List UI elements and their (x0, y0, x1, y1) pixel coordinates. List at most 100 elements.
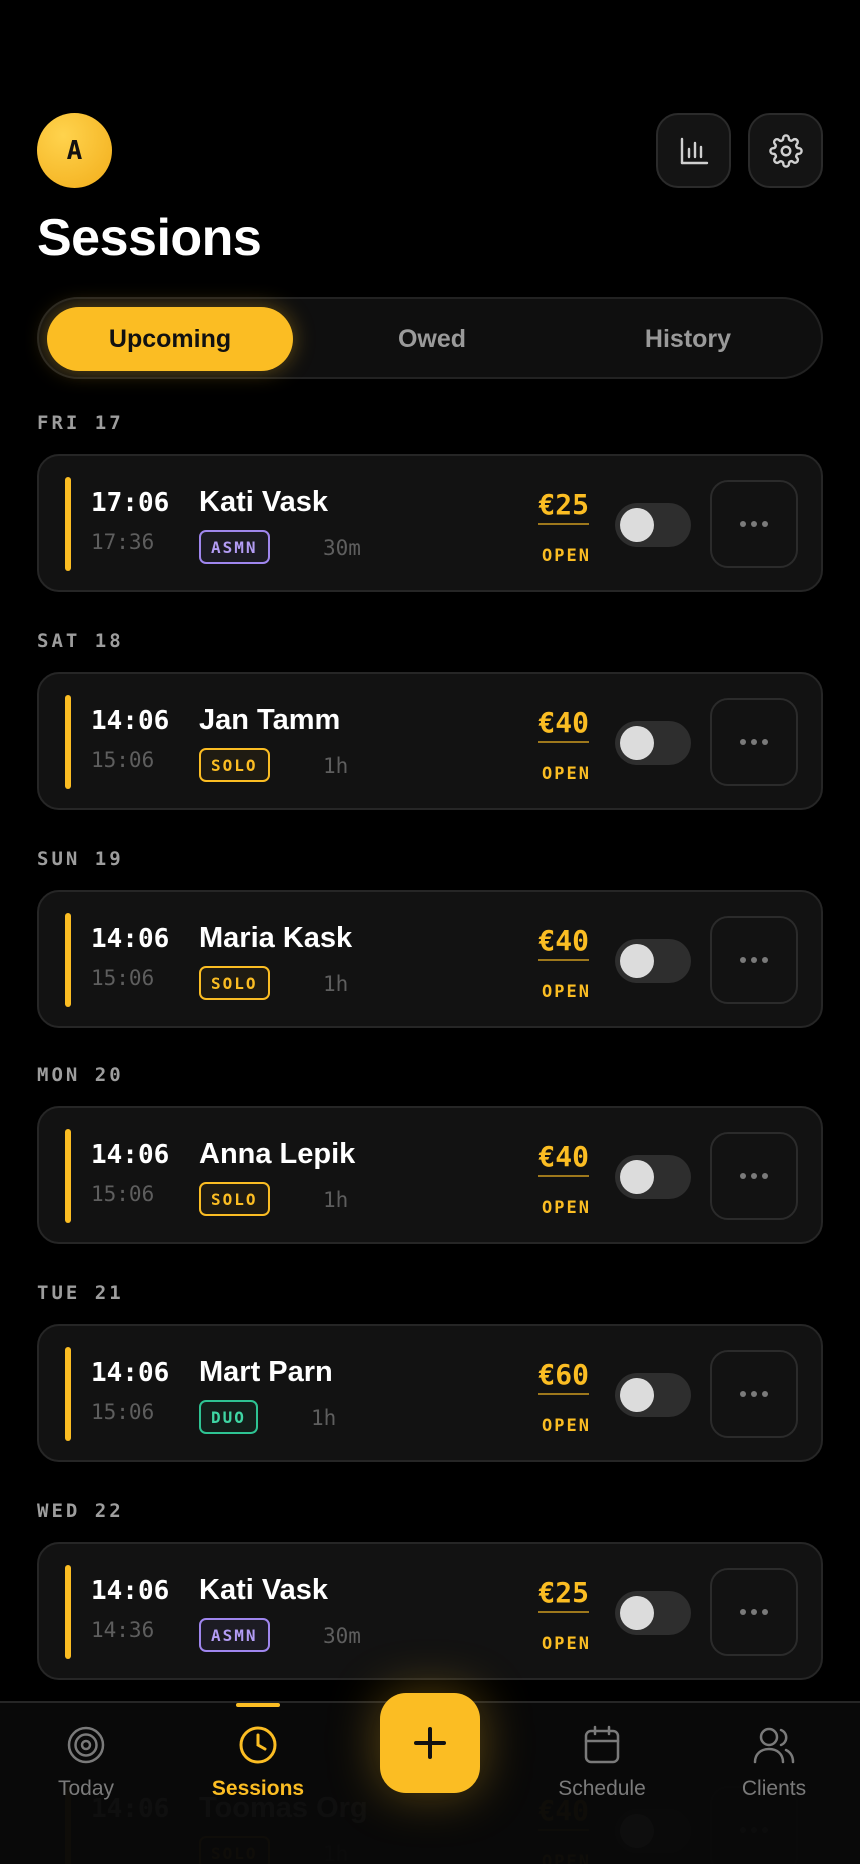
bar-chart-icon (680, 137, 708, 164)
session-accent-bar (65, 1347, 71, 1441)
client-name: Mart Parn (199, 1356, 333, 1388)
more-options-button[interactable] (710, 698, 798, 786)
gear-icon (768, 133, 803, 168)
session-duration: 1h (323, 1188, 349, 1212)
session-price[interactable]: €40 (538, 924, 589, 961)
avatar[interactable]: A (37, 113, 112, 188)
more-horizontal-icon (740, 1391, 768, 1397)
nav-label: Sessions (211, 1777, 305, 1800)
clock-icon (239, 1726, 277, 1764)
tab-owed[interactable]: Owed (309, 307, 555, 371)
more-options-button[interactable] (710, 1132, 798, 1220)
toggle-knob (620, 726, 654, 760)
session-card[interactable]: 14:06 15:06 Maria Kask SOLO 1h €40 OPEN (37, 890, 823, 1028)
session-accent-bar (65, 913, 71, 1007)
day-label: MON 20 (37, 1064, 124, 1086)
day-label: FRI 17 (37, 412, 124, 434)
more-horizontal-icon (740, 521, 768, 527)
toggle-knob (620, 1378, 654, 1412)
nav-schedule[interactable]: Schedule (527, 1725, 677, 1801)
target-icon (67, 1726, 105, 1764)
client-name: Kati Vask (199, 486, 328, 518)
stats-button[interactable] (656, 113, 731, 188)
session-price[interactable]: €60 (538, 1358, 589, 1395)
session-card[interactable]: 14:06 15:06 Anna Lepik SOLO 1h €40 OPEN (37, 1106, 823, 1244)
nav-sessions[interactable]: Sessions (183, 1725, 333, 1801)
session-duration: 1h (311, 1406, 337, 1430)
session-end-time: 15:06 (91, 1182, 155, 1206)
session-type-badge: DUO (199, 1400, 258, 1434)
nav-clients[interactable]: Clients (699, 1725, 849, 1801)
paid-toggle[interactable] (615, 503, 691, 547)
day-label: SAT 18 (37, 630, 124, 652)
paid-toggle[interactable] (615, 1591, 691, 1635)
nav-label: Clients (741, 1777, 807, 1800)
day-label: SUN 19 (37, 848, 124, 870)
paid-toggle[interactable] (615, 721, 691, 765)
session-start-time: 14:06 (91, 1140, 170, 1170)
more-horizontal-icon (740, 739, 768, 745)
more-options-button[interactable] (710, 480, 798, 568)
more-horizontal-icon (740, 1173, 768, 1179)
settings-button[interactable] (748, 113, 823, 188)
client-name: Anna Lepik (199, 1138, 356, 1170)
session-price[interactable]: €25 (538, 488, 589, 525)
toggle-knob (620, 1160, 654, 1194)
session-type-badge: SOLO (199, 966, 270, 1000)
segmented-tabs: Upcoming Owed History (37, 297, 823, 379)
session-accent-bar (65, 695, 71, 789)
day-label: WED 22 (37, 1500, 124, 1522)
session-start-time: 14:06 (91, 924, 170, 954)
calendar-icon (584, 1725, 620, 1764)
session-start-time: 14:06 (91, 706, 170, 736)
session-card[interactable]: 14:06 15:06 Mart Parn DUO 1h €60 OPEN (37, 1324, 823, 1462)
session-duration: 1h (323, 972, 349, 996)
session-price[interactable]: €25 (538, 1576, 589, 1613)
nav-today[interactable]: Today (11, 1725, 161, 1801)
page-title: Sessions (37, 209, 262, 267)
session-end-time: 15:06 (91, 1400, 155, 1424)
toggle-knob (620, 508, 654, 542)
session-start-time: 17:06 (91, 488, 170, 518)
session-price[interactable]: €40 (538, 1140, 589, 1177)
more-horizontal-icon (740, 957, 768, 963)
session-accent-bar (65, 477, 71, 571)
client-name: Kati Vask (199, 1574, 328, 1606)
session-accent-bar (65, 1565, 71, 1659)
active-nav-indicator (236, 1703, 280, 1707)
tab-upcoming[interactable]: Upcoming (47, 307, 293, 371)
session-accent-bar (65, 1129, 71, 1223)
session-start-time: 14:06 (91, 1576, 170, 1606)
payment-status: OPEN (542, 1416, 591, 1436)
session-end-time: 14:36 (91, 1618, 155, 1642)
payment-status: OPEN (542, 1634, 591, 1654)
toggle-knob (620, 1596, 654, 1630)
session-end-time: 17:36 (91, 530, 155, 554)
client-name: Jan Tamm (199, 704, 341, 736)
session-type-badge: ASMN (199, 1618, 270, 1652)
session-duration: 1h (323, 754, 349, 778)
nav-label: Today (57, 1777, 115, 1800)
users-icon (753, 1727, 795, 1764)
session-card[interactable]: 14:06 15:06 Jan Tamm SOLO 1h €40 OPEN (37, 672, 823, 810)
more-horizontal-icon (740, 1609, 768, 1615)
add-session-button[interactable] (380, 1693, 480, 1793)
session-end-time: 15:06 (91, 748, 155, 772)
session-type-badge: ASMN (199, 530, 270, 564)
more-options-button[interactable] (710, 1350, 798, 1438)
session-price[interactable]: €40 (538, 706, 589, 743)
paid-toggle[interactable] (615, 1373, 691, 1417)
paid-toggle[interactable] (615, 939, 691, 983)
payment-status: OPEN (542, 1198, 591, 1218)
payment-status: OPEN (542, 546, 591, 566)
session-duration: 30m (323, 1624, 361, 1648)
nav-label: Schedule (558, 1777, 646, 1800)
toggle-knob (620, 944, 654, 978)
session-card[interactable]: 17:06 17:36 Kati Vask ASMN 30m €25 OPEN (37, 454, 823, 592)
more-options-button[interactable] (710, 916, 798, 1004)
session-card[interactable]: 14:06 14:36 Kati Vask ASMN 30m €25 OPEN (37, 1542, 823, 1680)
tab-history[interactable]: History (565, 307, 811, 371)
paid-toggle[interactable] (615, 1155, 691, 1199)
session-type-badge: SOLO (199, 1182, 270, 1216)
more-options-button[interactable] (710, 1568, 798, 1656)
